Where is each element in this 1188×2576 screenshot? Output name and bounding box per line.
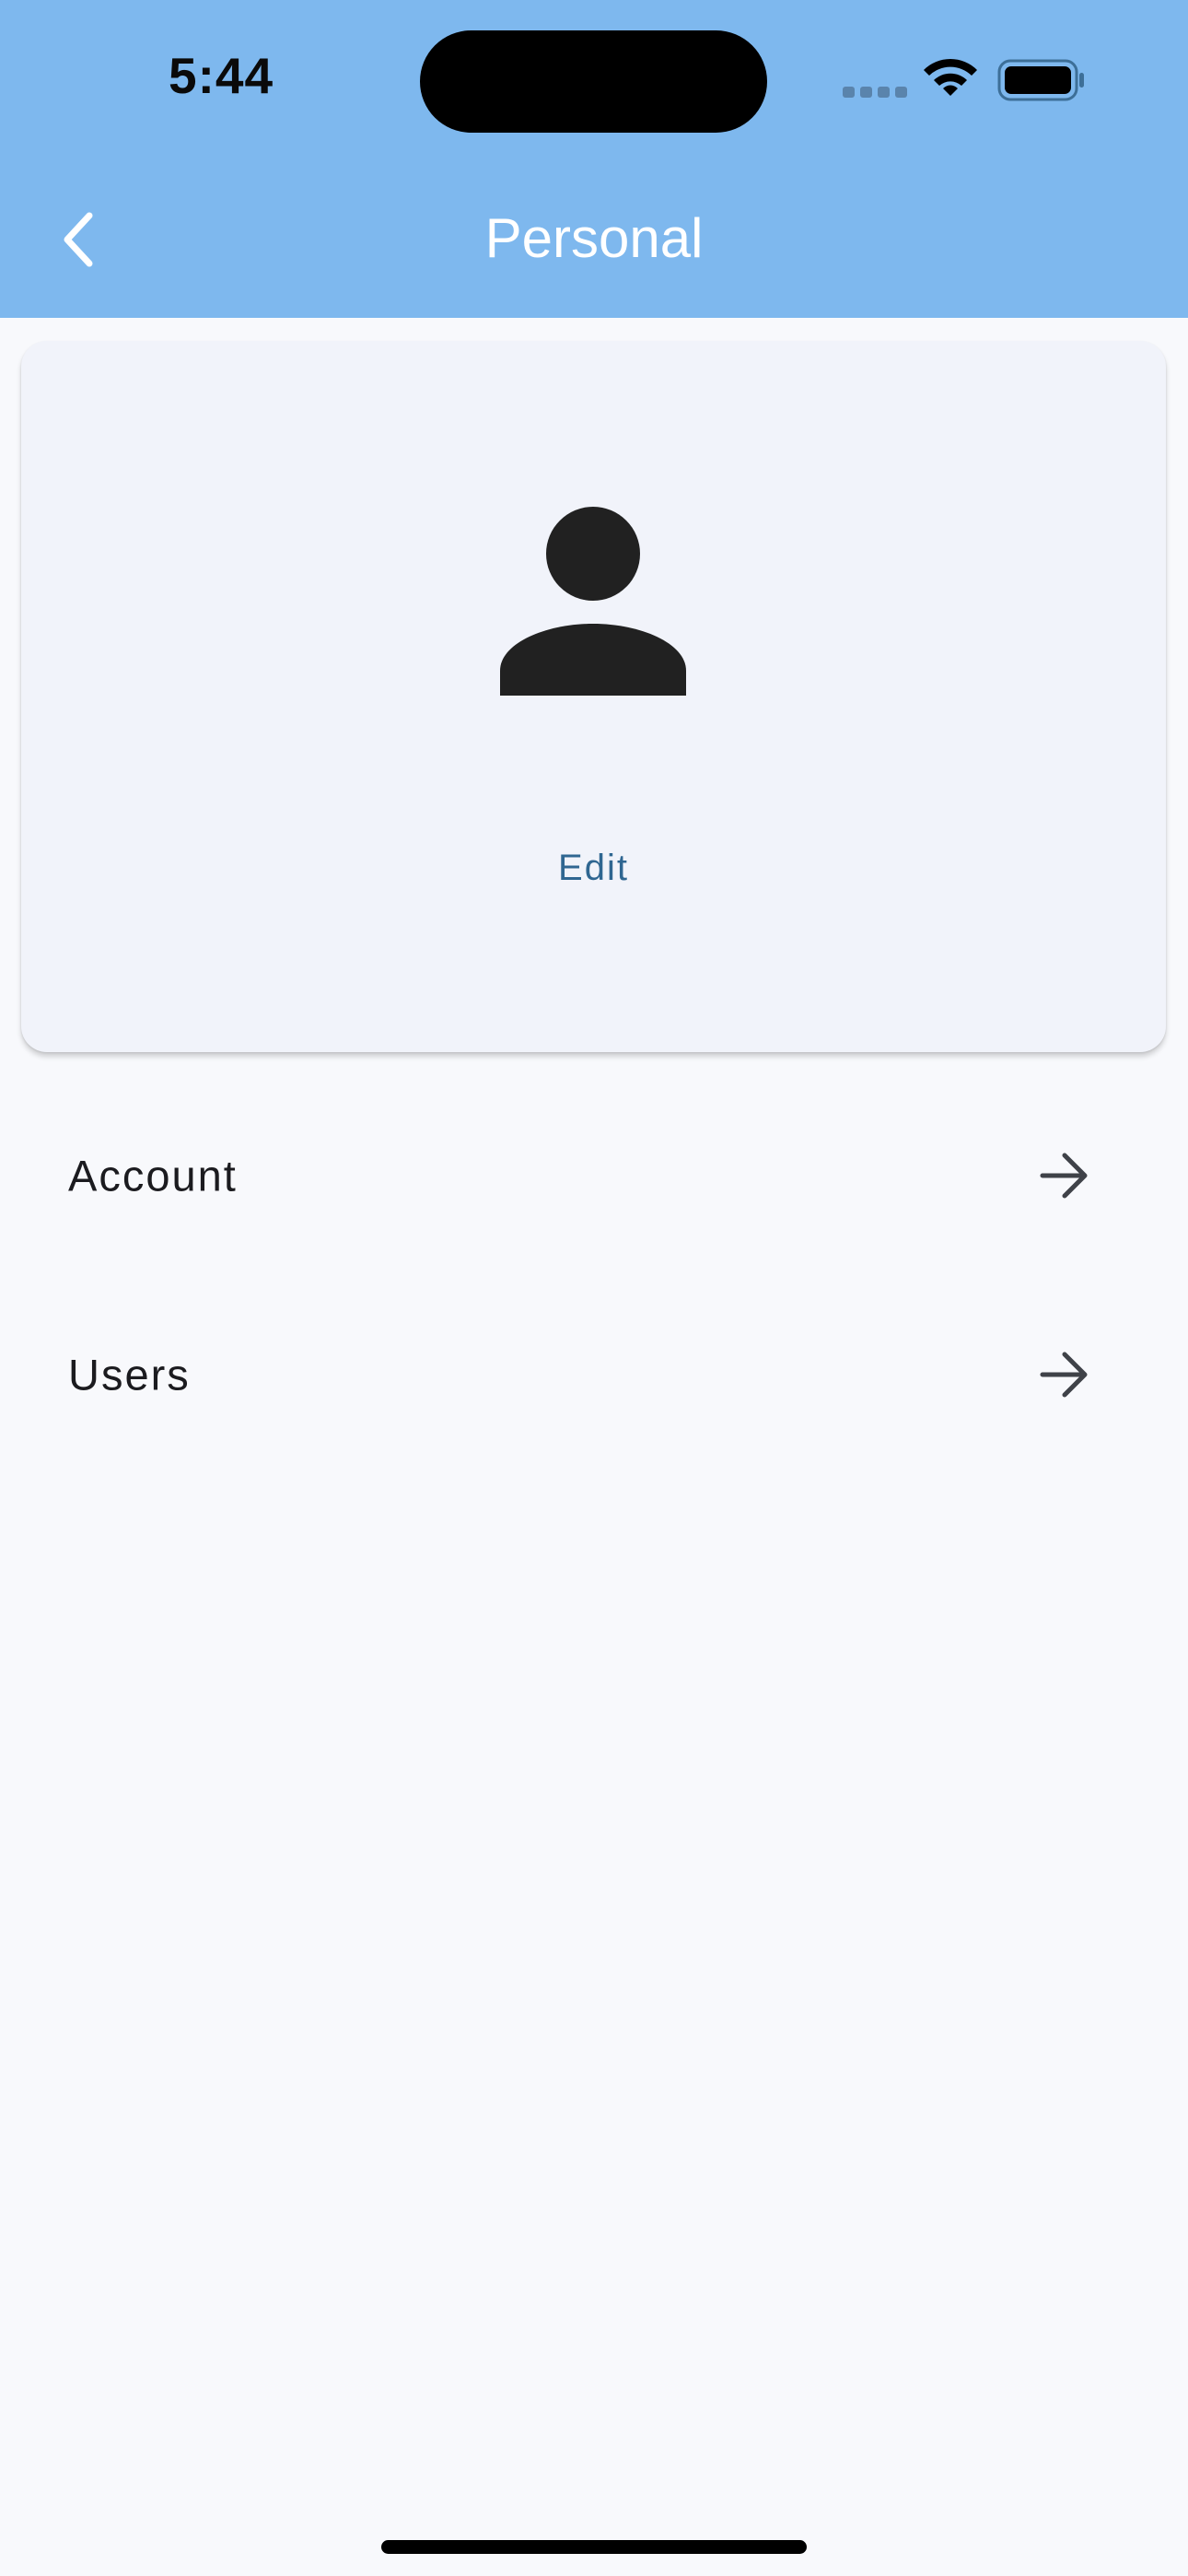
profile-card: Edit [21,341,1166,1052]
battery-icon [997,59,1084,101]
dynamic-island [420,30,767,133]
menu-item-account[interactable]: Account [0,1093,1188,1259]
wifi-icon [924,58,977,96]
arrow-right-icon [1040,1352,1088,1398]
menu-item-label: Users [68,1350,191,1399]
app-bar: 5:44 Personal [0,0,1188,318]
person-icon [500,507,686,696]
cellular-signal-icon [843,87,907,98]
status-time: 5:44 [169,47,274,104]
page-title: Personal [484,207,704,269]
home-indicator[interactable] [381,2540,807,2554]
arrow-right-icon [1040,1153,1088,1199]
edit-button[interactable]: Edit [21,848,1166,889]
menu-item-label: Account [68,1151,238,1200]
menu-item-users[interactable]: Users [0,1292,1188,1458]
